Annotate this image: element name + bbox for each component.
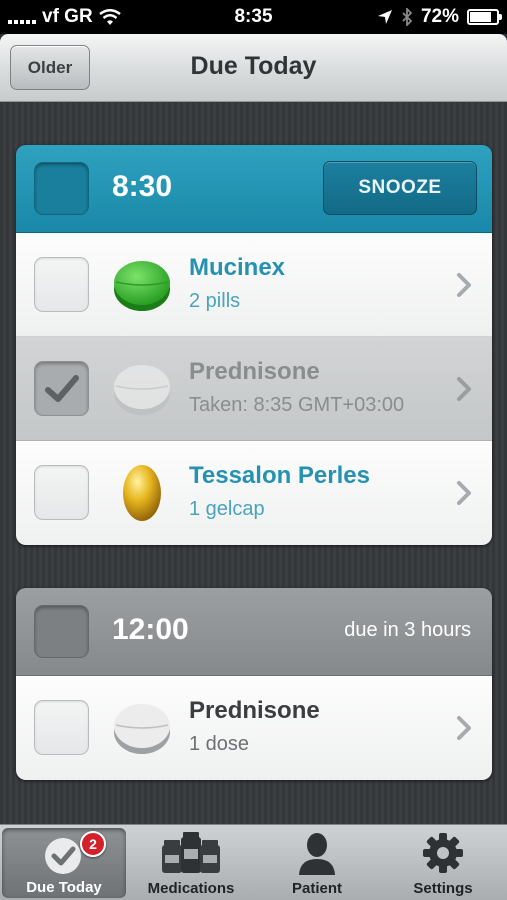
tab-label: Medications [147,880,235,897]
medication-detail: 1 dose [189,733,250,755]
taken-checkbox[interactable] [34,257,89,312]
tab-patient[interactable]: Patient [254,825,380,900]
checkmark-icon [45,375,79,402]
tab-bar: 2 Due Today Medications Patient Settings [0,824,507,900]
dose-group-1200: 12:00 due in 3 hours Prednisone 1 dose [16,588,492,780]
tab-due-today[interactable]: 2 Due Today [2,828,126,898]
taken-checkbox[interactable] [34,465,89,520]
tab-label: Settings [413,880,473,897]
gelcap-icon [123,465,161,521]
medication-name: Tessalon Perles [189,462,370,489]
dose-group-0830: 8:30 SNOOZE Mucinex 2 pills Prednisone T… [16,145,492,545]
dose-time: 12:00 [112,613,189,646]
medication-name: Prednisone [189,358,320,385]
chevron-right-icon [457,273,471,297]
taken-checkbox-checked[interactable] [34,361,89,416]
medication-row-prednisone[interactable]: Prednisone 1 dose [16,676,492,780]
status-right: 72% [377,6,502,28]
medication-detail: 2 pills [189,290,241,312]
dose-group-header: 12:00 due in 3 hours [16,588,492,676]
group-checkbox[interactable] [34,605,89,658]
tab-label: Due Today [26,879,102,896]
dose-schedule-list[interactable]: 8:30 SNOOZE Mucinex 2 pills Prednisone T… [0,102,507,824]
medication-row-prednisone-taken[interactable]: Prednisone Taken: 8:35 GMT+03:00 [16,337,492,441]
medication-row-tessalon-perles[interactable]: Tessalon Perles 1 gelcap [16,441,492,545]
chevron-right-icon [457,377,471,401]
white-tablet-icon [114,365,170,415]
chevron-right-icon [457,716,471,740]
white-tablet-icon [114,704,170,754]
tab-label: Patient [291,880,342,897]
chevron-right-icon [457,481,471,505]
notification-badge: 2 [80,831,106,857]
tab-settings[interactable]: Settings [380,825,506,900]
group-checkbox[interactable] [34,162,89,215]
dose-time: 8:30 [112,170,173,203]
medication-taken-time: Taken: 8:35 GMT+03:00 [189,394,405,416]
navigation-bar: Older Due Today [0,34,507,102]
gear-icon [423,833,463,873]
green-tablet-icon [114,261,170,311]
page-title: Due Today [190,52,317,80]
battery-percent: 72% [420,6,459,27]
tab-medications[interactable]: Medications [128,825,254,900]
battery-icon [467,9,502,25]
due-countdown: due in 3 hours [344,619,471,641]
status-bar: vf GR 8:35 72% [0,0,507,34]
bluetooth-icon [402,8,413,26]
medication-name: Mucinex [189,254,286,281]
snooze-button[interactable]: SNOOZE [323,161,477,215]
location-arrow-icon [377,10,392,24]
taken-checkbox[interactable] [34,700,89,755]
pill-bottles-icon [162,832,220,873]
dose-group-header: 8:30 SNOOZE [16,145,492,233]
person-icon [299,833,335,875]
medication-name: Prednisone [189,697,320,724]
medication-detail: 1 gelcap [189,498,265,520]
medication-row-mucinex[interactable]: Mucinex 2 pills [16,233,492,337]
